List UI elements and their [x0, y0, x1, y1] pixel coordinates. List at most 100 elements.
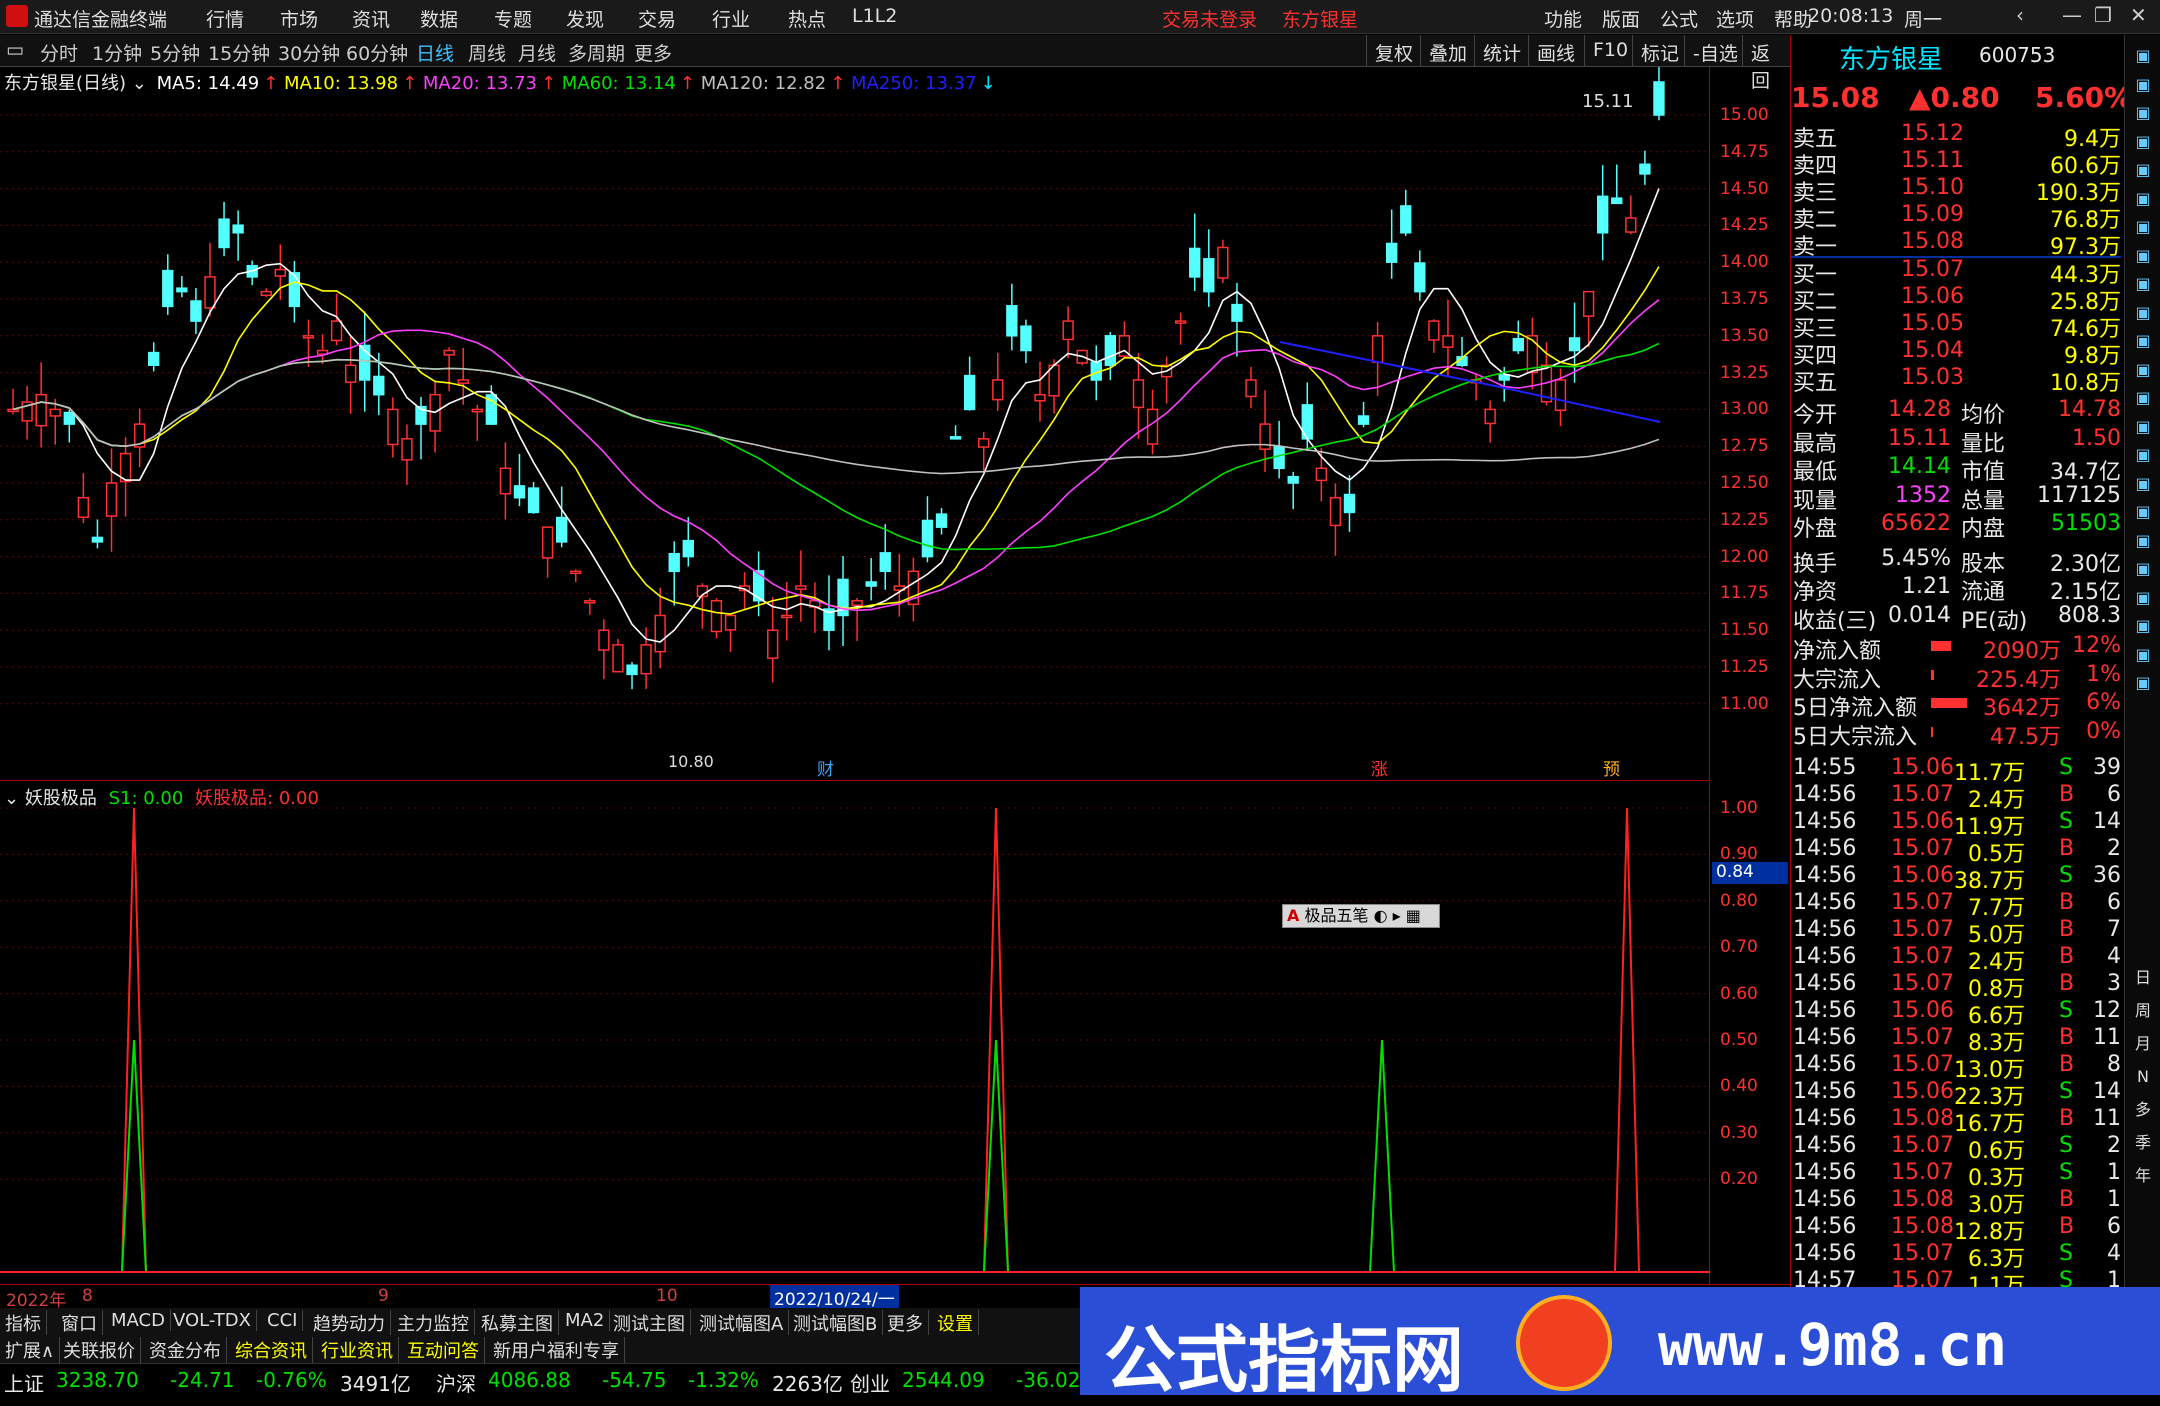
- menu-7[interactable]: 行业: [712, 5, 750, 32]
- news-icon[interactable]: ▣: [2130, 385, 2156, 411]
- money-icon[interactable]: ▣: [2130, 585, 2156, 611]
- info-tab-2[interactable]: 资金分布: [144, 1337, 227, 1363]
- f10-icon[interactable]: ▣: [2130, 442, 2156, 468]
- right-menu-0[interactable]: 功能: [1544, 5, 1582, 32]
- menu-3[interactable]: 数据: [420, 5, 458, 32]
- close-icon[interactable]: ✕: [2130, 3, 2147, 27]
- calendar-icon[interactable]: ▣: [2130, 642, 2156, 668]
- side-period-0[interactable]: 日: [2130, 965, 2156, 991]
- trend-icon[interactable]: ▣: [2130, 243, 2156, 269]
- menu-5[interactable]: 发现: [566, 5, 604, 32]
- indicator-tab-8[interactable]: MA2: [560, 1310, 611, 1331]
- chart-btn-6[interactable]: -自选: [1684, 35, 1746, 67]
- indicator-tab-11[interactable]: 测试幅图B: [788, 1310, 884, 1336]
- calendar-icon[interactable]: ▣: [2130, 670, 2156, 696]
- period-9[interactable]: 多周期: [568, 39, 625, 66]
- menu-2[interactable]: 资讯: [352, 5, 390, 32]
- chart-icon[interactable]: ▣: [2130, 214, 2156, 240]
- info-tab-4[interactable]: 行业资讯: [316, 1337, 399, 1363]
- up-arrow-icon[interactable]: ▣: [2130, 100, 2156, 126]
- grid-icon[interactable]: ▣: [2130, 613, 2156, 639]
- settings-icon[interactable]: ▣: [2130, 414, 2156, 440]
- move-icon[interactable]: ▣: [2130, 528, 2156, 554]
- ask-row[interactable]: 卖一 15.08 97.3万: [1791, 229, 2121, 260]
- menu-4[interactable]: 专题: [494, 5, 532, 32]
- list-icon[interactable]: ▣: [2130, 300, 2156, 326]
- chart-btn-1[interactable]: 叠加: [1420, 35, 1475, 67]
- period-6[interactable]: 日线: [416, 39, 454, 66]
- period-10[interactable]: 更多: [634, 39, 672, 66]
- bid-row[interactable]: 买四 15.04 9.8万: [1791, 338, 2121, 369]
- right-menu-1[interactable]: 版面: [1602, 5, 1640, 32]
- period-8[interactable]: 月线: [518, 39, 556, 66]
- bid-row[interactable]: 买三 15.05 74.6万: [1791, 311, 2121, 342]
- period-0[interactable]: 分时: [40, 39, 78, 66]
- indicator-tab-1[interactable]: 窗口: [56, 1310, 103, 1336]
- info-tab-6[interactable]: 新用户福利专享: [488, 1337, 625, 1363]
- down-arrow-icon[interactable]: ▣: [2130, 129, 2156, 155]
- minimize-icon[interactable]: —: [2062, 3, 2082, 27]
- collapse-icon[interactable]: ▣: [2130, 43, 2156, 69]
- menu-9[interactable]: L1L2: [852, 5, 897, 27]
- period-3[interactable]: 15分钟: [208, 39, 270, 66]
- info-tab-3[interactable]: 综合资讯: [230, 1337, 313, 1363]
- indicator-tab-5[interactable]: 趋势动力: [308, 1310, 391, 1336]
- ask-row[interactable]: 卖四 15.11 60.6万: [1791, 148, 2121, 179]
- indicator-tab-0[interactable]: 指标: [0, 1310, 47, 1336]
- login-status-link[interactable]: 交易未登录: [1162, 5, 1257, 32]
- right-menu-3[interactable]: 选项: [1716, 5, 1754, 32]
- indicator-tab-4[interactable]: CCI: [262, 1310, 304, 1331]
- restore-icon[interactable]: ❐: [2094, 3, 2112, 27]
- back-icon[interactable]: ‹: [2016, 3, 2024, 27]
- rsi-icon[interactable]: ▣: [2130, 499, 2156, 525]
- chart-btn-5[interactable]: 标记: [1632, 35, 1687, 67]
- info-tab-5[interactable]: 互动问答: [402, 1337, 485, 1363]
- menu-6[interactable]: 交易: [638, 5, 676, 32]
- fund-icon[interactable]: ▣: [2130, 328, 2156, 354]
- indicator-tab-3[interactable]: VOL-TDX: [168, 1310, 257, 1331]
- up-icon[interactable]: ▣: [2130, 72, 2156, 98]
- indicator-tab-13[interactable]: 设置: [932, 1310, 979, 1336]
- ask-row[interactable]: 卖二 15.09 76.8万: [1791, 202, 2121, 233]
- chart-btn-7[interactable]: 返回: [1742, 35, 1790, 92]
- indicator-tab-12[interactable]: 更多: [882, 1310, 929, 1336]
- chart-btn-4[interactable]: F10: [1584, 35, 1636, 67]
- menu-1[interactable]: 市场: [280, 5, 318, 32]
- stock-icon[interactable]: ▣: [2130, 357, 2156, 383]
- right-menu-2[interactable]: 公式: [1660, 5, 1698, 32]
- kline-icon[interactable]: ▣: [2130, 271, 2156, 297]
- side-period-6[interactable]: 年: [2130, 1163, 2156, 1189]
- pen-icon[interactable]: ▣: [2130, 556, 2156, 582]
- bid-row[interactable]: 买二 15.06 25.8万: [1791, 284, 2121, 315]
- indicator-tab-10[interactable]: 测试幅图A: [694, 1310, 790, 1336]
- chart-btn-3[interactable]: 画线: [1528, 35, 1583, 67]
- ask-row[interactable]: 卖五 15.12 9.4万: [1791, 121, 2121, 152]
- period-4[interactable]: 30分钟: [278, 39, 340, 66]
- period-2[interactable]: 5分钟: [150, 39, 200, 66]
- side-period-1[interactable]: 周: [2130, 998, 2156, 1024]
- kline-chart[interactable]: 东方银星(日线) ⌄ MA5: 14.49 ↑ MA10: 13.98 ↑ MA20…: [0, 67, 1710, 781]
- view-icon[interactable]: ▣: [2130, 471, 2156, 497]
- menu-collapse-icon[interactable]: ▭: [6, 39, 24, 61]
- info-tab-1[interactable]: 关联报价: [58, 1337, 141, 1363]
- menu-8[interactable]: 热点: [788, 5, 826, 32]
- index-name[interactable]: 上证: [4, 1368, 44, 1397]
- indicator-tab-7[interactable]: 私募主图: [476, 1310, 559, 1336]
- period-1[interactable]: 1分钟: [92, 39, 142, 66]
- chart-btn-0[interactable]: 复权: [1366, 35, 1421, 67]
- bid-row[interactable]: 买五 15.03 10.8万: [1791, 365, 2121, 396]
- indicator-tab-9[interactable]: 测试主图: [608, 1310, 691, 1336]
- ask-row[interactable]: 卖三 15.10 190.3万: [1791, 175, 2121, 206]
- current-stock-link[interactable]: 东方银星: [1282, 5, 1358, 32]
- indicator-tab-2[interactable]: MACD: [106, 1310, 171, 1331]
- bid-row[interactable]: 买一 15.07 44.3万: [1791, 257, 2121, 288]
- side-period-2[interactable]: 月: [2130, 1031, 2156, 1057]
- index-name[interactable]: 沪深: [436, 1368, 476, 1397]
- side-period-4[interactable]: 多: [2130, 1097, 2156, 1123]
- side-period-3[interactable]: N: [2130, 1064, 2156, 1090]
- chart-icon[interactable]: ▣: [2130, 157, 2156, 183]
- chart-btn-2[interactable]: 统计: [1474, 35, 1529, 67]
- menu-0[interactable]: 行情: [206, 5, 244, 32]
- period-7[interactable]: 周线: [468, 39, 506, 66]
- indicator-panel[interactable]: ⌄ 妖股极品 S1: 0.00 妖股极品: 0.00 A 极品五笔 ◐ ▸ ▦: [0, 782, 1710, 1287]
